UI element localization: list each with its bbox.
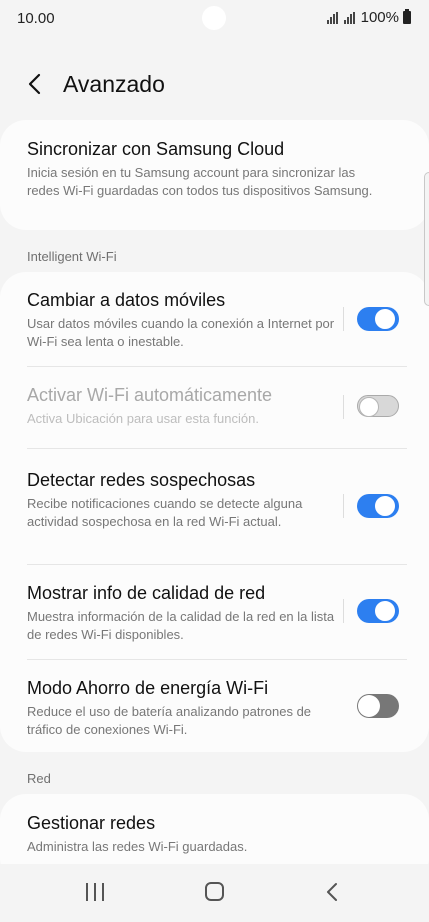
divider — [343, 395, 344, 419]
cloud-subtitle: Inicia sesión en tu Samsung account para… — [27, 165, 373, 198]
section-label-red: Red — [27, 771, 51, 786]
cloud-title: Sincronizar con Samsung Cloud — [27, 139, 285, 159]
divider — [343, 599, 344, 623]
status-time: 10.00 — [17, 10, 55, 27]
toggle-knob — [373, 599, 397, 623]
setting-subtitle: Muestra información de la calidad de la … — [27, 609, 335, 642]
setting-row-network-quality[interactable]: Mostrar info de calidad de red Muestra i… — [0, 565, 429, 659]
section-label-intelligent-wifi: Intelligent Wi-Fi — [27, 249, 117, 264]
status-bar: 10.00 100% — [0, 0, 429, 36]
battery-percent: 100% — [360, 9, 399, 26]
toggle-network-quality[interactable] — [357, 599, 399, 623]
toggle-suspicious-networks[interactable] — [357, 494, 399, 518]
battery-icon — [403, 9, 411, 24]
toggle-knob — [373, 307, 397, 331]
divider — [343, 494, 344, 518]
camera-cutout — [202, 6, 226, 30]
toggle-knob — [359, 397, 379, 417]
toggle-mobile-data[interactable] — [357, 307, 399, 331]
header: Avanzado — [0, 64, 429, 104]
back-arrow-icon[interactable] — [24, 70, 50, 98]
setting-subtitle: Reduce el uso de batería analizando patr… — [27, 704, 312, 737]
setting-title: Detectar redes sospechosas — [27, 470, 256, 490]
toggle-knob — [358, 695, 380, 717]
setting-title: Mostrar info de calidad de red — [27, 583, 266, 603]
manage-networks-subtitle: Administra las redes Wi-Fi guardadas. — [27, 839, 248, 854]
setting-subtitle: Recibe notificaciones cuando se detecte … — [27, 496, 303, 529]
toggle-knob — [373, 494, 397, 518]
setting-title: Modo Ahorro de energía Wi-Fi — [27, 678, 269, 698]
scrollbar-handle[interactable] — [424, 172, 429, 306]
divider — [343, 307, 344, 331]
wifi-signal-icon — [326, 11, 338, 24]
setting-subtitle: Activa Ubicación para usar esta función. — [27, 411, 259, 426]
cell-signal-icon — [343, 11, 355, 24]
manage-networks-title: Gestionar redes — [27, 813, 156, 833]
setting-row-power-saving[interactable]: Modo Ahorro de energía Wi-Fi Reduce el u… — [0, 660, 429, 752]
setting-title: Activar Wi-Fi automáticamente — [27, 385, 273, 405]
status-icons: 100% — [326, 9, 411, 26]
navigation-bar — [0, 864, 429, 922]
setting-row-mobile-data[interactable]: Cambiar a datos móviles Usar datos móvil… — [0, 272, 429, 366]
setting-row-auto-wifi[interactable]: Activar Wi-Fi automáticamente Activa Ubi… — [0, 367, 429, 448]
intelligent-wifi-card: Cambiar a datos móviles Usar datos móvil… — [0, 272, 429, 752]
home-icon[interactable] — [205, 882, 224, 901]
cloud-card[interactable]: Sincronizar con Samsung Cloud Inicia ses… — [0, 120, 429, 230]
recents-icon[interactable] — [86, 883, 104, 901]
setting-subtitle: Usar datos móviles cuando la conexión a … — [27, 316, 335, 349]
toggle-power-saving[interactable] — [357, 694, 399, 718]
setting-row-suspicious-networks[interactable]: Detectar redes sospechosas Recibe notifi… — [0, 449, 429, 564]
nav-back-icon[interactable] — [325, 882, 339, 902]
page-title: Avanzado — [63, 71, 165, 97]
setting-title: Cambiar a datos móviles — [27, 290, 226, 310]
toggle-auto-wifi[interactable] — [357, 395, 399, 417]
